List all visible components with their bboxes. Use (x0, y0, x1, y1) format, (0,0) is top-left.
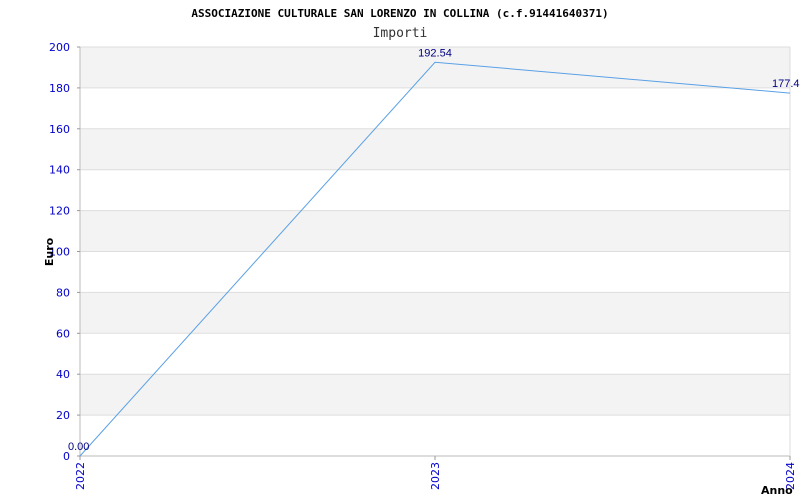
grid-band (80, 128, 790, 170)
x-tick-labels: 2022 2023 2024 (74, 456, 797, 490)
data-label: 177.47 (772, 78, 800, 90)
y-tick-label: 160 (49, 123, 70, 136)
chart-subtitle: Importi (373, 26, 428, 41)
y-tick-label: 180 (49, 82, 70, 95)
data-label: 0.00 (68, 441, 89, 453)
grid-band (80, 292, 790, 334)
y-tick-label: 20 (56, 409, 70, 422)
x-axis-label: Anno (761, 484, 793, 497)
line-chart: ASSOCIAZIONE CULTURALE SAN LORENZO IN CO… (43, 7, 800, 497)
x-tick-label: 2022 (74, 462, 87, 490)
grid-band (80, 210, 790, 252)
y-tick-label: 200 (49, 41, 70, 54)
grid-bands (80, 47, 790, 416)
data-label: 192.54 (418, 47, 452, 59)
chart-title: ASSOCIAZIONE CULTURALE SAN LORENZO IN CO… (191, 7, 608, 20)
y-tick-label: 80 (56, 286, 70, 299)
y-tick-label: 120 (49, 205, 70, 218)
y-axis-label: Euro (43, 237, 56, 266)
y-tick-label: 40 (56, 368, 70, 381)
grid-band (80, 374, 790, 416)
x-tick-label: 2023 (429, 462, 442, 490)
y-tick-label: 60 (56, 327, 70, 340)
y-tick-label: 140 (49, 164, 70, 177)
